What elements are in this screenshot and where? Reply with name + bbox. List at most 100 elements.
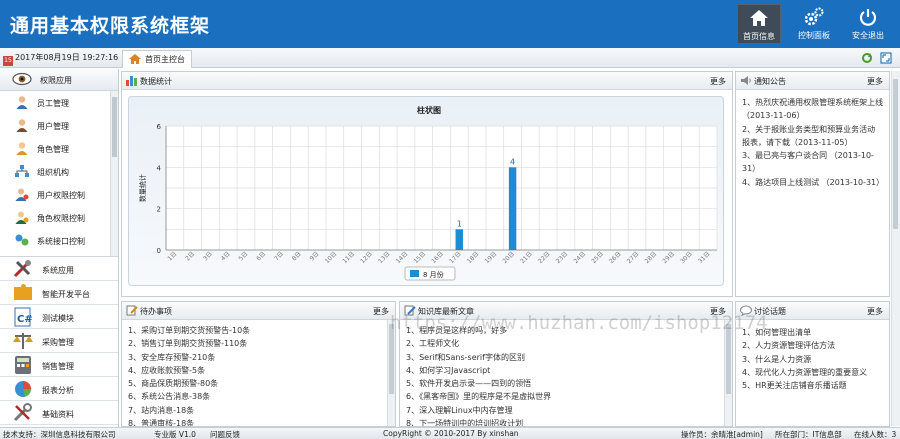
notice-more-link[interactable]: 更多 (867, 76, 883, 87)
x-tick-label: 24日 (573, 250, 588, 265)
scrollbar-thumb[interactable] (112, 97, 117, 157)
sidebar-scrollbar[interactable] (110, 91, 118, 256)
x-tick-label: 10日 (324, 250, 339, 265)
sidebar-group-purchasing[interactable]: 采购管理 (0, 329, 118, 353)
tools-icon (12, 259, 34, 281)
sidebar-group-system-apps[interactable]: 系统应用 (0, 257, 118, 281)
knowledge-scrollbar-thumb[interactable] (726, 324, 731, 394)
knowledge-panel-title: 知识库最新文章 (418, 307, 474, 316)
list-item[interactable]: 3、最已亮与客户谈合同 （2013-10- (736, 149, 889, 162)
sidebar-item-api-control[interactable]: 系统接口控制 (0, 229, 118, 252)
list-item[interactable]: 4、应收账款预警-5条 (122, 364, 395, 377)
footer-edition: 专业版 V1.0 (154, 430, 196, 439)
page-scrollbar[interactable] (891, 71, 900, 426)
refresh-icon[interactable] (862, 53, 872, 63)
nav-control-panel-button[interactable]: 控制面板 (792, 4, 836, 44)
list-item[interactable]: 7、深入理解Linux中内存管理 (400, 404, 732, 417)
list-item[interactable]: 1、程序员是这样的吗，好多 (400, 324, 732, 337)
x-tick-label: 8日 (291, 250, 303, 262)
sidebar-group-permission-apps[interactable]: 权限应用 (0, 69, 118, 91)
discussion-more-link[interactable]: 更多 (867, 306, 883, 317)
page-scrollbar-thumb[interactable] (893, 79, 898, 229)
puzzle-icon (12, 283, 34, 305)
bar-20日 (508, 167, 517, 250)
status-footer: 技术支持：深圳信息科技有限公司 专业版 V1.0 问题反馈 CopyRight … (0, 427, 900, 439)
list-item[interactable]: 5、HR更关注店铺音乐播话题 (736, 379, 889, 392)
sidebar-group-basic-data[interactable]: 基础资料 (0, 401, 118, 425)
list-item[interactable]: 4、现代化人力资源管理的重要意义 (736, 366, 889, 379)
nav-home-label: 首页信息 (743, 32, 775, 41)
todo-more-link[interactable]: 更多 (373, 306, 389, 317)
x-tick-label: 30日 (679, 250, 694, 265)
list-item[interactable]: 2、工程师文化 (400, 337, 732, 350)
calculator-icon (12, 355, 34, 377)
x-tick-label: 19日 (484, 250, 499, 265)
list-item[interactable]: 4、如何学习Javascript (400, 364, 732, 377)
knowledge-scrollbar[interactable] (724, 320, 732, 426)
list-item[interactable]: 1、采购订单到期交货预警告-10条 (122, 324, 395, 337)
sidebar-group-reports[interactable]: 报表分析 (0, 377, 118, 401)
list-item[interactable]: 2、人力资源管理评估方法 (736, 339, 889, 352)
list-item[interactable]: 4、路达项目上线测试 （2013-10-31） (736, 176, 889, 189)
list-item[interactable]: （2013-11-06） (736, 109, 889, 122)
list-item[interactable]: 2、销售订单到期交货预警-110条 (122, 337, 395, 350)
todo-panel-title: 待办事项 (140, 307, 172, 316)
x-tick-label: 26日 (608, 250, 623, 265)
list-item[interactable]: 2、关于报账业务类型和预算业务活动 (736, 123, 889, 136)
api-control-icon (15, 233, 29, 249)
sidebar-item-roles[interactable]: 角色管理 (0, 137, 118, 160)
footer-feedback-link[interactable]: 问题反馈 (210, 429, 240, 439)
sidebar-group-sales[interactable]: 销售管理 (0, 353, 118, 377)
y-tick-label: 0 (157, 247, 161, 255)
list-item[interactable]: 3、安全库存预警-210条 (122, 351, 395, 364)
list-item[interactable]: 5、商品保质期预警-80条 (122, 377, 395, 390)
todo-scrollbar[interactable] (387, 320, 395, 426)
list-item[interactable]: 31） (736, 162, 889, 175)
x-tick-label: 14日 (395, 250, 410, 265)
stats-panel-body: 柱状图 数量统计 0 2 4 6 1日 2日 3日 4日 5日 6日 7日 8日 9日 10日 11日 12日 13… (122, 90, 732, 296)
sidebar-group-test-module[interactable]: C# 测试模块 (0, 305, 118, 329)
sidebar-item-role-permissions[interactable]: 角色权限控制 (0, 206, 118, 229)
x-tick-label: 28日 (644, 250, 659, 265)
list-item[interactable]: 6、系统公告消息-38条 (122, 390, 395, 403)
list-item[interactable]: 5、软件开发启示录——四到的领悟 (400, 377, 732, 390)
x-tick-label: 2日 (184, 250, 196, 262)
sidebar-item-users[interactable]: 用户管理 (0, 114, 118, 137)
list-item[interactable]: 3、Serif和Sans-serif字体的区别 (400, 351, 732, 364)
discussion-panel-header: 讨论话题 更多 (736, 302, 889, 320)
x-tick-label: 18日 (466, 250, 481, 265)
data-label: 4 (510, 157, 515, 166)
y-tick-label: 2 (157, 206, 161, 214)
list-item[interactable]: 8、下一场特训中的培训招收计划 (400, 417, 732, 426)
pencil-note-icon (126, 305, 138, 318)
todo-scrollbar-thumb[interactable] (389, 324, 394, 394)
list-item[interactable]: 1、热烈庆祝通用权限管理系统框架上线 (736, 96, 889, 109)
knowledge-list: 1、程序员是这样的吗，好多 2、工程师文化 3、Serif和Sans-serif… (400, 324, 732, 426)
list-item[interactable]: 7、站内消息-18条 (122, 404, 395, 417)
knowledge-more-link[interactable]: 更多 (710, 306, 726, 317)
fullscreen-icon[interactable] (880, 52, 892, 64)
nav-home-button[interactable]: 首页信息 (737, 4, 781, 44)
tab-home-console[interactable]: 首页主控台 (122, 50, 192, 68)
list-item[interactable]: 报表，请下载（2013-11-05） (736, 136, 889, 149)
sidebar-item-label: 组织机构 (37, 168, 69, 177)
list-item[interactable]: 1、如何管理出清单 (736, 326, 889, 339)
nav-logout-button[interactable]: 安全退出 (846, 4, 890, 44)
x-tick-label: 4日 (220, 250, 232, 262)
sidebar-item-employees[interactable]: 员工管理 (0, 91, 118, 114)
eye-icon (12, 72, 32, 88)
list-item[interactable]: 3、什么是人力资源 (736, 353, 889, 366)
legend-swatch (410, 270, 419, 277)
knowledge-panel: 知识库最新文章 更多 1、程序员是这样的吗，好多 2、工程师文化 3、Serif… (399, 301, 733, 427)
list-item[interactable]: 8、普通审核-18条 (122, 417, 395, 426)
list-item[interactable]: 6、《黑客帝国》里的程序是不是虚拟世界 (400, 390, 732, 403)
notice-panel-body: 1、热烈庆祝通用权限管理系统框架上线 （2013-11-06） 2、关于报账业务… (736, 90, 889, 296)
sidebar-group-dev-platform[interactable]: 智能开发平台 (0, 281, 118, 305)
sidebar-item-organization[interactable]: 组织机构 (0, 160, 118, 183)
notice-panel-header: 通知公告 更多 (736, 72, 889, 90)
stats-more-link[interactable]: 更多 (710, 76, 726, 87)
y-axis-label: 数量统计 (138, 174, 147, 202)
todo-panel: 待办事项 更多 1、采购订单到期交货预警告-10条 2、销售订单到期交货预警-1… (121, 301, 396, 427)
data-label: 1 (457, 219, 462, 228)
sidebar-item-user-permissions[interactable]: 用户权限控制 (0, 183, 118, 206)
